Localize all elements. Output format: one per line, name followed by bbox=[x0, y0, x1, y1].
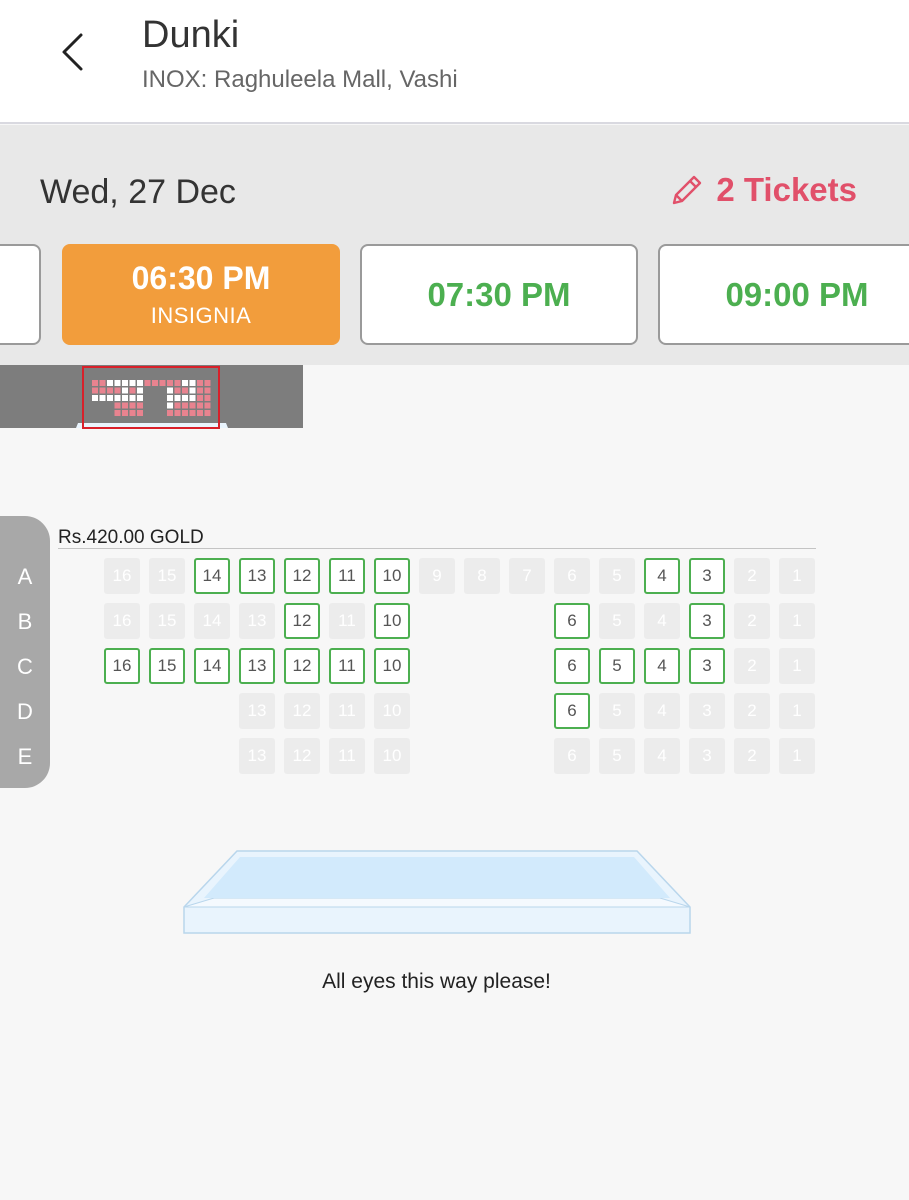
seat-a12[interactable]: 12 bbox=[284, 558, 320, 594]
showtime-button[interactable]: 09:00 PM bbox=[658, 244, 909, 345]
seat-b15: 15 bbox=[149, 603, 185, 639]
seat-e5: 5 bbox=[599, 738, 635, 774]
seat-a10[interactable]: 10 bbox=[374, 558, 410, 594]
ticket-count-button[interactable]: 2 Tickets bbox=[670, 171, 857, 209]
seat-b14: 14 bbox=[194, 603, 230, 639]
showtime-time: 06:30 PM bbox=[131, 260, 271, 296]
seat-a11[interactable]: 11 bbox=[329, 558, 365, 594]
show-date: Wed, 27 Dec bbox=[40, 173, 236, 211]
seat-e3: 3 bbox=[689, 738, 725, 774]
seat-e6: 6 bbox=[554, 738, 590, 774]
seat-e10: 10 bbox=[374, 738, 410, 774]
seat-a7: 7 bbox=[509, 558, 545, 594]
seat-c4[interactable]: 4 bbox=[644, 648, 680, 684]
seat-d5: 5 bbox=[599, 693, 635, 729]
seat-c14[interactable]: 14 bbox=[194, 648, 230, 684]
ticket-count-label: 2 Tickets bbox=[716, 171, 857, 208]
seat-e13: 13 bbox=[239, 738, 275, 774]
seat-b6[interactable]: 6 bbox=[554, 603, 590, 639]
cinema-screen bbox=[182, 850, 692, 941]
seat-c15[interactable]: 15 bbox=[149, 648, 185, 684]
seat-c2: 2 bbox=[734, 648, 770, 684]
seat-d4: 4 bbox=[644, 693, 680, 729]
seat-e2: 2 bbox=[734, 738, 770, 774]
seat-c12[interactable]: 12 bbox=[284, 648, 320, 684]
showtime-format: INSIGNIA bbox=[150, 303, 252, 328]
seat-a16: 16 bbox=[104, 558, 140, 594]
seat-d1: 1 bbox=[779, 693, 815, 729]
row-label-b: B bbox=[17, 609, 33, 634]
seat-e4: 4 bbox=[644, 738, 680, 774]
seat-d10: 10 bbox=[374, 693, 410, 729]
price-divider bbox=[58, 548, 816, 549]
price-category-label: Rs.420.00 GOLD bbox=[58, 527, 204, 548]
seat-b16: 16 bbox=[104, 603, 140, 639]
showtime-button-previous[interactable] bbox=[0, 244, 41, 345]
seat-a1: 1 bbox=[779, 558, 815, 594]
pencil-icon bbox=[673, 175, 702, 205]
minimap-viewport-frame[interactable] bbox=[82, 366, 220, 429]
seat-e12: 12 bbox=[284, 738, 320, 774]
row-label-a: A bbox=[17, 564, 33, 589]
seat-b1: 1 bbox=[779, 603, 815, 639]
seat-a4[interactable]: 4 bbox=[644, 558, 680, 594]
seat-d3: 3 bbox=[689, 693, 725, 729]
seat-b13: 13 bbox=[239, 603, 275, 639]
showtime-time: 07:30 PM bbox=[427, 275, 571, 313]
seat-a13[interactable]: 13 bbox=[239, 558, 275, 594]
seat-d2: 2 bbox=[734, 693, 770, 729]
seat-minimap[interactable] bbox=[0, 365, 303, 429]
seat-b5: 5 bbox=[599, 603, 635, 639]
seat-a6: 6 bbox=[554, 558, 590, 594]
back-button[interactable] bbox=[48, 22, 96, 82]
seat-b4: 4 bbox=[644, 603, 680, 639]
seat-d6[interactable]: 6 bbox=[554, 693, 590, 729]
app-header: Dunki INOX: Raghuleela Mall, Vashi bbox=[0, 0, 909, 124]
seat-a8: 8 bbox=[464, 558, 500, 594]
screen-graphic bbox=[183, 850, 691, 934]
movie-title: Dunki bbox=[142, 14, 240, 56]
showtime-button[interactable]: 07:30 PM bbox=[360, 244, 638, 345]
showtime-button-selected[interactable]: 06:30 PM INSIGNIA bbox=[62, 244, 340, 345]
seat-b11: 11 bbox=[329, 603, 365, 639]
seat-b3[interactable]: 3 bbox=[689, 603, 725, 639]
seat-c10[interactable]: 10 bbox=[374, 648, 410, 684]
cinema-name: INOX: Raghuleela Mall, Vashi bbox=[142, 66, 458, 93]
seat-b12[interactable]: 12 bbox=[284, 603, 320, 639]
seat-b10[interactable]: 10 bbox=[374, 603, 410, 639]
chevron-left-icon bbox=[62, 33, 83, 71]
seat-e11: 11 bbox=[329, 738, 365, 774]
row-label-d: D bbox=[17, 699, 33, 724]
seat-c5[interactable]: 5 bbox=[599, 648, 635, 684]
row-labels: A B C D E bbox=[0, 516, 50, 788]
screen-caption: All eyes this way please! bbox=[322, 970, 551, 993]
seat-e1: 1 bbox=[779, 738, 815, 774]
seat-c13[interactable]: 13 bbox=[239, 648, 275, 684]
seat-d12: 12 bbox=[284, 693, 320, 729]
date-showtime-bar: Wed, 27 Dec 2 Tickets 06:30 PM INSIGNIA … bbox=[0, 125, 909, 365]
seat-c3[interactable]: 3 bbox=[689, 648, 725, 684]
seat-a5: 5 bbox=[599, 558, 635, 594]
row-label-e: E bbox=[17, 744, 33, 769]
seat-a9: 9 bbox=[419, 558, 455, 594]
row-label-c: C bbox=[17, 654, 33, 679]
seat-a2: 2 bbox=[734, 558, 770, 594]
seat-c6[interactable]: 6 bbox=[554, 648, 590, 684]
seat-c11[interactable]: 11 bbox=[329, 648, 365, 684]
seat-a15: 15 bbox=[149, 558, 185, 594]
showtime-time: 09:00 PM bbox=[725, 275, 869, 313]
seat-a14[interactable]: 14 bbox=[194, 558, 230, 594]
seat-c1: 1 bbox=[779, 648, 815, 684]
seat-a3[interactable]: 3 bbox=[689, 558, 725, 594]
seat-d13: 13 bbox=[239, 693, 275, 729]
seat-c16[interactable]: 16 bbox=[104, 648, 140, 684]
seat-d11: 11 bbox=[329, 693, 365, 729]
seat-b2: 2 bbox=[734, 603, 770, 639]
